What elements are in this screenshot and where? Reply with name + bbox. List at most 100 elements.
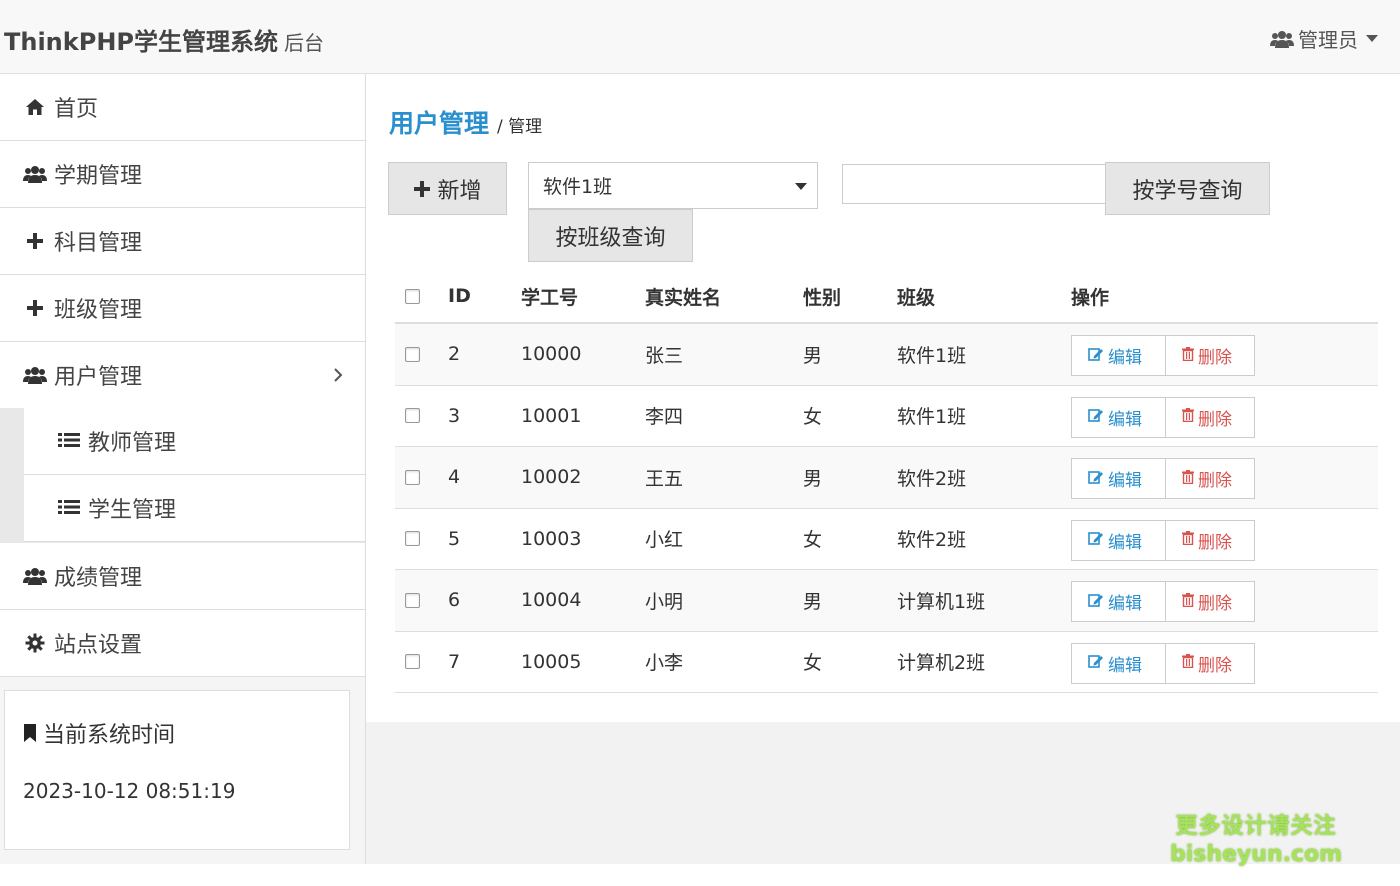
row-checkbox[interactable] [405, 509, 420, 570]
row-checkbox[interactable] [405, 386, 420, 447]
cell-name: 张三 [645, 344, 684, 367]
cell-id: 7 [448, 650, 461, 673]
column-header-no: 学工号 [521, 286, 579, 309]
plus-icon [413, 180, 431, 198]
delete-button-label: 删除 [1198, 594, 1232, 614]
row-checkbox[interactable] [405, 324, 420, 385]
query-by-no-label: 按学号查询 [1132, 178, 1243, 204]
row-actions: 编辑 删除 [1071, 335, 1255, 376]
row-checkbox[interactable] [405, 570, 420, 631]
bookmark-icon [23, 723, 37, 743]
cell-class: 软件2班 [897, 467, 967, 490]
class-select[interactable]: 软件1班 [528, 162, 818, 209]
student-no-input[interactable] [842, 164, 1106, 204]
watermark: 更多设计请关注 bisheyun.com [1170, 808, 1342, 867]
plus-icon [22, 232, 48, 250]
sidebar-item-label: 学生管理 [88, 498, 177, 523]
users-icon [22, 164, 48, 184]
cell-gender: 男 [803, 590, 823, 613]
add-button[interactable]: 新增 [388, 162, 507, 215]
delete-button-label: 删除 [1198, 471, 1232, 491]
trash-icon [1182, 469, 1194, 488]
edit-button-label: 编辑 [1108, 532, 1142, 553]
sidebar-item-subject[interactable]: 科目管理 [0, 208, 365, 275]
sidebar-item-settings[interactable]: 站点设置 [0, 610, 365, 677]
sidebar-item-teachers[interactable]: 教师管理 [24, 408, 365, 475]
row-checkbox[interactable] [405, 632, 420, 693]
gear-icon [22, 633, 48, 653]
trash-icon [1182, 592, 1194, 611]
cell-no: 10001 [521, 404, 582, 427]
sidebar-item-label: 站点设置 [54, 633, 143, 658]
users-icon [22, 566, 48, 586]
edit-button-label: 编辑 [1108, 409, 1142, 430]
edit-button[interactable]: 编辑 [1071, 581, 1166, 622]
query-by-no-button[interactable]: 按学号查询 [1105, 162, 1270, 215]
cell-gender: 男 [803, 467, 823, 490]
delete-button[interactable]: 删除 [1166, 396, 1255, 438]
sidebar-item-users[interactable]: 用户管理 [0, 342, 365, 409]
page-title: 用户管理 [389, 109, 490, 138]
cell-id: 3 [448, 404, 461, 427]
row-actions: 编辑 删除 [1071, 642, 1255, 684]
cell-no: 10000 [521, 343, 582, 366]
cell-id: 5 [448, 527, 461, 550]
cell-class: 计算机2班 [897, 652, 986, 675]
sidebar-item-label: 用户管理 [54, 365, 143, 390]
table-row: 3 10001 李四 女 软件1班 编辑 删除 [395, 386, 1378, 447]
edit-icon [1088, 531, 1104, 549]
edit-button[interactable]: 编辑 [1071, 396, 1166, 438]
sidebar-item-label: 教师管理 [88, 431, 177, 456]
sidebar-item-home[interactable]: 首页 [0, 74, 365, 141]
trash-icon [1182, 346, 1194, 365]
select-all-checkbox[interactable] [405, 270, 420, 322]
delete-button[interactable]: 删除 [1166, 458, 1255, 499]
delete-button[interactable]: 删除 [1166, 335, 1255, 376]
delete-button-label: 删除 [1198, 409, 1232, 430]
sidebar-item-students[interactable]: 学生管理 [24, 475, 365, 542]
cell-name: 王五 [645, 467, 684, 490]
cell-class: 计算机1班 [897, 590, 986, 613]
delete-button[interactable]: 删除 [1166, 581, 1255, 622]
main-content: 用户管理 / 管理 新增 软件1班 按班级查询 按学号查询 ID 学工号 真实姓… [366, 74, 1400, 722]
brand-title[interactable]: ThinkPHP学生管理系统 后台 [4, 22, 324, 57]
delete-button[interactable]: 删除 [1166, 642, 1255, 684]
query-by-class-button[interactable]: 按班级查询 [528, 209, 693, 262]
row-actions: 编辑 删除 [1071, 581, 1255, 622]
table-body: 2 10000 张三男软件1班 编辑 删除 3 10001 李四女软件1班 编辑 删除 4 10002… [395, 324, 1378, 693]
cell-name: 小明 [645, 590, 684, 613]
cell-gender: 女 [803, 529, 823, 552]
table-row: 7 10005 小李 女 计算机2班 编辑 删除 [395, 632, 1378, 693]
edit-icon [1088, 408, 1104, 426]
top-navbar: ThinkPHP学生管理系统 后台 管理员 [0, 0, 1400, 74]
cell-gender: 女 [803, 652, 823, 675]
sidebar-item-label: 首页 [54, 97, 99, 122]
sidebar-item-semester[interactable]: 学期管理 [0, 141, 365, 208]
breadcrumb: 用户管理 / 管理 [389, 104, 542, 140]
cell-no: 10002 [521, 466, 582, 489]
breadcrumb-sub: / 管理 [497, 117, 543, 137]
row-checkbox[interactable] [405, 447, 420, 508]
cell-id: 4 [448, 466, 461, 489]
list-icon [58, 429, 80, 453]
edit-button[interactable]: 编辑 [1071, 642, 1166, 684]
chevron-right-icon [333, 364, 343, 388]
users-table: ID 学工号 真实姓名 性别 班级 操作 2 10000 张三男软件1班 编辑 删除 3 1… [395, 270, 1378, 693]
cell-name: 小红 [645, 529, 684, 552]
edit-button[interactable]: 编辑 [1071, 335, 1166, 376]
home-icon [22, 98, 48, 116]
sidebar-item-grades[interactable]: 成绩管理 [0, 543, 365, 610]
plus-icon [22, 299, 48, 317]
edit-icon [1088, 654, 1104, 672]
edit-button[interactable]: 编辑 [1071, 458, 1166, 499]
edit-button[interactable]: 编辑 [1071, 519, 1166, 561]
cell-name: 小李 [645, 652, 684, 675]
delete-button[interactable]: 删除 [1166, 519, 1255, 561]
edit-button-label: 编辑 [1108, 594, 1142, 614]
cell-gender: 男 [803, 344, 823, 367]
sidebar-item-label: 学期管理 [54, 164, 143, 189]
user-menu[interactable]: 管理员 [1270, 24, 1378, 53]
submenu-users: 教师管理 学生管理 [0, 408, 365, 543]
row-actions: 编辑 删除 [1071, 519, 1255, 561]
sidebar-item-class[interactable]: 班级管理 [0, 275, 365, 342]
